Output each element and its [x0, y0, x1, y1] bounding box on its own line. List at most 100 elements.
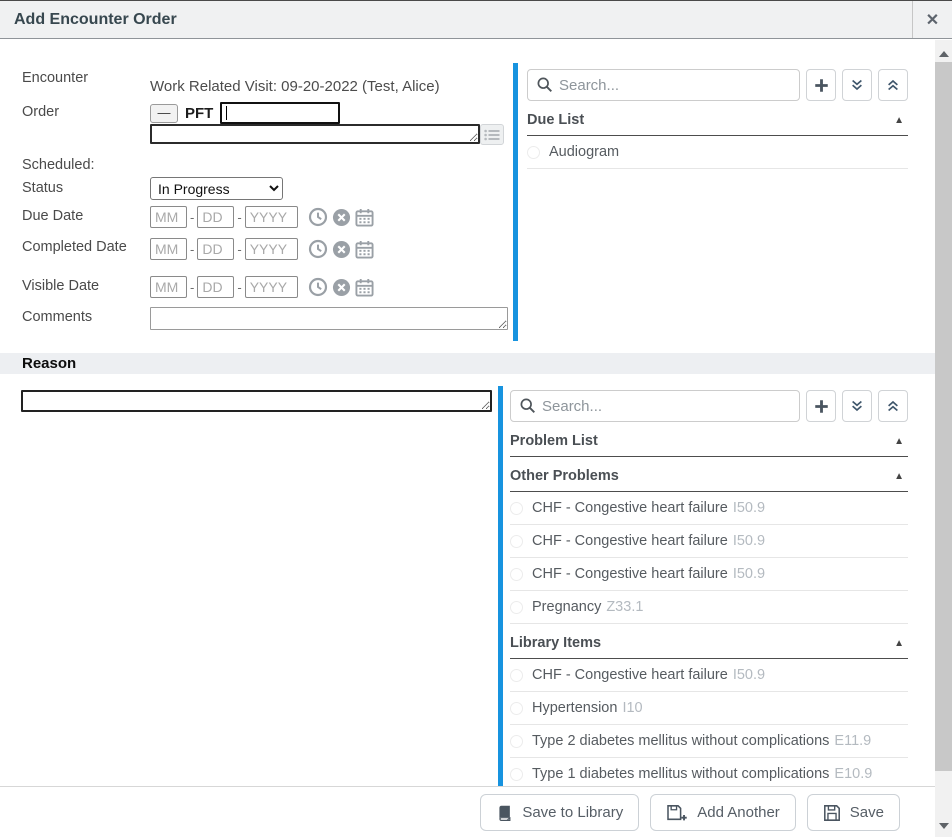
list-item-code: I50.9 [733, 500, 765, 516]
date-separator: - [190, 210, 194, 225]
list-item-code: I50.9 [733, 566, 765, 582]
save-icon [823, 804, 841, 822]
scrollbar-thumb[interactable] [935, 62, 952, 771]
completed-date-yyyy-input[interactable] [245, 238, 298, 260]
save-to-library-button[interactable]: Save to Library [480, 794, 639, 831]
due-list-items: Audiogram [527, 136, 908, 169]
calendar-icon[interactable] [355, 208, 374, 227]
double-chevron-down-icon [850, 78, 864, 92]
list-item[interactable]: CHF - Congestive heart failure I50.9 [510, 558, 908, 591]
double-chevron-up-icon [886, 399, 900, 413]
library-items-header[interactable]: Library Items ▲ [510, 635, 908, 659]
scroll-down-button[interactable] [935, 817, 952, 834]
comments-label: Comments [22, 308, 134, 326]
order-list-button[interactable] [480, 124, 504, 145]
double-chevron-down-icon [850, 399, 864, 413]
search-icon [519, 397, 536, 414]
list-item[interactable]: CHF - Congestive heart failure I50.9 [510, 492, 908, 525]
calendar-icon[interactable] [355, 240, 374, 259]
date-separator: - [190, 280, 194, 295]
order-label: Order [22, 103, 134, 121]
problem-searchbox [510, 390, 800, 422]
due-date-dd-input[interactable] [197, 206, 234, 228]
comments-input[interactable] [150, 307, 508, 330]
date-separator: - [237, 242, 241, 257]
visible-date-yyyy-input[interactable] [245, 276, 298, 298]
visible-date-mm-input[interactable] [150, 276, 187, 298]
close-button[interactable]: ✕ [912, 1, 952, 38]
clear-date-icon[interactable] [332, 240, 351, 259]
save-button[interactable]: Save [807, 794, 900, 831]
reason-input[interactable] [21, 390, 492, 412]
problem-list-header[interactable]: Problem List ▲ [510, 433, 908, 457]
list-item[interactable]: Audiogram [527, 136, 908, 169]
order-search-input[interactable] [220, 102, 340, 124]
collapse-arrow-icon[interactable]: ▲ [894, 436, 908, 447]
clock-icon[interactable] [308, 277, 328, 297]
save-label: Save [850, 804, 884, 821]
plus-icon [814, 78, 829, 93]
text-caret [226, 106, 227, 120]
radio-icon [510, 568, 523, 581]
status-select[interactable]: In Progress [150, 177, 283, 200]
completed-date-mm-input[interactable] [150, 238, 187, 260]
list-item[interactable]: CHF - Congestive heart failure I50.9 [510, 659, 908, 692]
collapse-all-button[interactable] [878, 69, 908, 101]
list-item[interactable]: Type 1 diabetes mellitus without complic… [510, 758, 908, 786]
add-encounter-order-dialog: Add Encounter Order ✕ Encounter Work Rel… [0, 0, 952, 837]
list-item-label: CHF - Congestive heart failure [532, 500, 728, 516]
date-separator: - [190, 242, 194, 257]
due-date-group: - - [150, 206, 374, 228]
list-item[interactable]: CHF - Congestive heart failure I50.9 [510, 525, 908, 558]
radio-icon [510, 601, 523, 614]
collapse-arrow-icon[interactable]: ▲ [894, 638, 908, 649]
list-item-code: E11.9 [834, 733, 871, 749]
clock-icon[interactable] [308, 239, 328, 259]
reason-section-title: Reason [22, 353, 76, 374]
reason-panel-accent-bar [498, 386, 503, 786]
due-list-search-input[interactable] [527, 69, 800, 101]
list-item[interactable]: Type 2 diabetes mellitus without complic… [510, 725, 908, 758]
visible-date-icons [308, 277, 374, 297]
list-item-label: Audiogram [549, 144, 619, 160]
expand-all-button[interactable] [842, 390, 872, 422]
list-icon [484, 129, 500, 141]
radio-icon [510, 502, 523, 515]
list-item-code: E10.9 [834, 766, 872, 782]
add-problem-button[interactable] [806, 390, 836, 422]
due-date-mm-input[interactable] [150, 206, 187, 228]
vertical-scrollbar[interactable] [935, 40, 952, 837]
list-item-code: I50.9 [733, 667, 765, 683]
add-item-button[interactable] [806, 69, 836, 101]
list-item[interactable]: Hypertension I10 [510, 692, 908, 725]
list-item[interactable]: Pregnancy Z33.1 [510, 591, 908, 624]
search-icon [536, 76, 553, 93]
plus-icon [814, 399, 829, 414]
expand-all-button[interactable] [842, 69, 872, 101]
completed-date-dd-input[interactable] [197, 238, 234, 260]
problem-search-input[interactable] [510, 390, 800, 422]
due-list-panel: Due List ▲ Audiogram [527, 63, 908, 169]
visible-date-label: Visible Date [22, 277, 134, 295]
radio-icon [510, 702, 523, 715]
clear-date-icon[interactable] [332, 208, 351, 227]
add-another-button[interactable]: Add Another [650, 794, 796, 831]
remove-order-button[interactable]: — [150, 104, 178, 123]
list-item-code: Z33.1 [606, 599, 643, 615]
clear-date-icon[interactable] [332, 278, 351, 297]
collapse-arrow-icon[interactable]: ▲ [894, 471, 908, 482]
order-secondary-input[interactable] [150, 124, 480, 144]
calendar-icon[interactable] [355, 278, 374, 297]
collapse-arrow-icon[interactable]: ▲ [894, 115, 908, 126]
completed-date-icons [308, 239, 374, 259]
clock-icon[interactable] [308, 207, 328, 227]
collapse-all-button[interactable] [878, 390, 908, 422]
due-date-yyyy-input[interactable] [245, 206, 298, 228]
scroll-down-icon [939, 823, 949, 829]
visible-date-dd-input[interactable] [197, 276, 234, 298]
other-problems-header[interactable]: Other Problems ▲ [510, 468, 908, 492]
scroll-up-button[interactable] [935, 45, 952, 62]
due-list-header[interactable]: Due List ▲ [527, 112, 908, 136]
order-panel-accent-bar [513, 63, 518, 341]
close-icon: ✕ [926, 10, 939, 30]
